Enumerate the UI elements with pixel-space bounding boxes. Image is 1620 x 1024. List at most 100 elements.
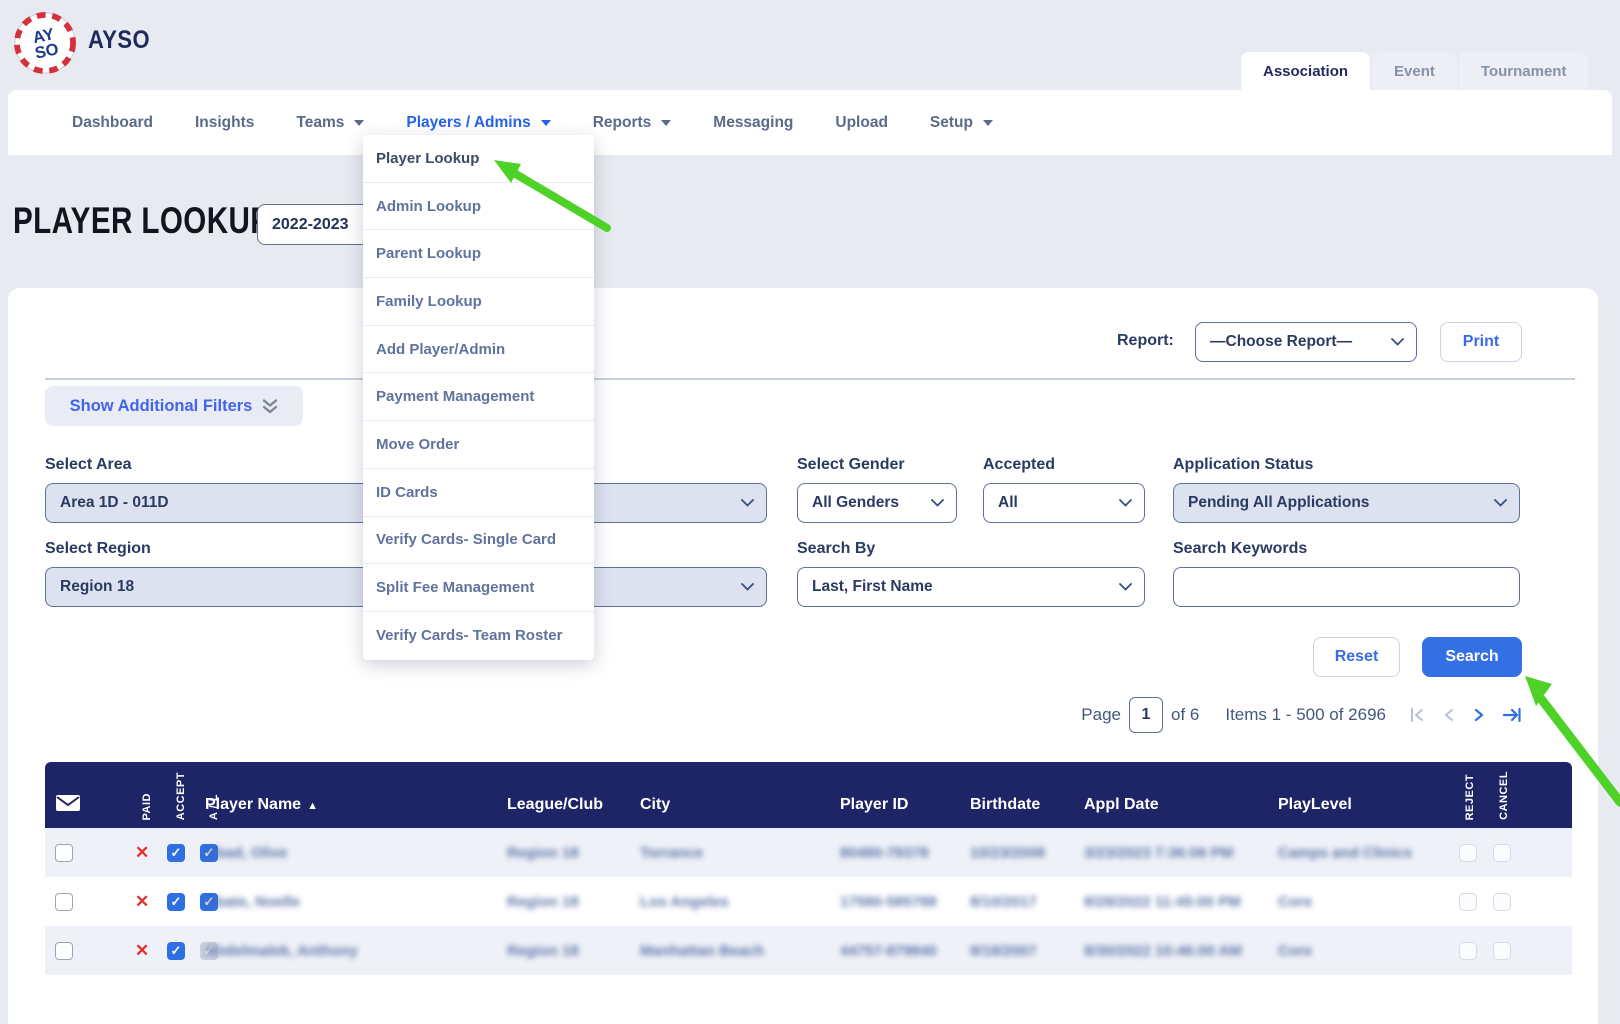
brand-name: AYSO (88, 26, 150, 55)
chevron-down-icon (741, 583, 754, 591)
cancel-checkbox[interactable] (1493, 942, 1511, 960)
search-by-label: Search By (797, 540, 875, 558)
chevron-down-icon (1391, 338, 1404, 346)
col-play-level[interactable]: PlayLevel (1278, 796, 1352, 814)
search-keywords-label: Search Keywords (1173, 540, 1307, 558)
report-select[interactable]: —Choose Report— (1195, 322, 1417, 362)
paid-x-icon: ✕ (135, 941, 149, 961)
appl-date: 8/30/2022 10:46:00 AM (1084, 942, 1242, 959)
play-level: Core (1278, 942, 1312, 959)
nav-players-admins[interactable]: Players / Admins (406, 114, 550, 132)
divider (45, 378, 1575, 380)
tab-event[interactable]: Event (1372, 52, 1457, 90)
previous-page-icon[interactable] (1442, 706, 1456, 724)
print-button[interactable]: Print (1440, 322, 1522, 362)
menu-parent-lookup[interactable]: Parent Lookup (363, 230, 594, 278)
menu-add-player-admin[interactable]: Add Player/Admin (363, 326, 594, 374)
reject-checkbox[interactable] (1459, 893, 1477, 911)
player-id: 17580-585788 (840, 893, 937, 910)
appl-date: 8/28/2022 11:45:00 PM (1084, 893, 1241, 910)
appl-date: 3/23/2023 7:36:06 PM (1084, 844, 1233, 861)
play-level: Camps and Clinics (1278, 844, 1412, 861)
nav-reports[interactable]: Reports (593, 114, 672, 132)
menu-move-order[interactable]: Move Order (363, 421, 594, 469)
nav-dashboard[interactable]: Dashboard (72, 114, 153, 132)
search-by-select[interactable]: Last, First Name (797, 567, 1145, 607)
menu-verify-cards-team-roster[interactable]: Verify Cards- Team Roster (363, 612, 594, 660)
accept-checkbox[interactable]: ✓ (167, 942, 185, 960)
last-page-icon[interactable] (1502, 706, 1522, 724)
search-keywords-input[interactable] (1173, 567, 1520, 607)
col-player-name[interactable]: Player Name▲ (205, 796, 318, 814)
chevron-down-icon (1494, 499, 1507, 507)
league-club: Region 18 (507, 942, 579, 959)
accept-checkbox[interactable]: ✓ (167, 844, 185, 862)
nav-messaging[interactable]: Messaging (713, 114, 793, 132)
reset-button[interactable]: Reset (1313, 637, 1400, 677)
row-select-checkbox[interactable] (55, 844, 73, 862)
nav-teams[interactable]: Teams (296, 114, 364, 132)
page-label: Page (1081, 705, 1121, 725)
page-number-input[interactable] (1129, 697, 1163, 733)
email-icon[interactable] (55, 794, 81, 812)
table-row: ✕ ✓ ✓ Abad, Olive Region 18 Torrance 804… (45, 828, 1572, 877)
next-page-icon[interactable] (1472, 706, 1486, 724)
table-row: ✕ ✓ ✓ Abdelmalek, Anthony Region 18 Manh… (45, 926, 1572, 975)
col-appl-date[interactable]: Appl Date (1084, 796, 1159, 814)
application-status-select[interactable]: Pending All Applications (1173, 483, 1520, 523)
workspace-tabs: Association Event Tournament (1241, 52, 1590, 90)
play-level: Core (1278, 893, 1312, 910)
player-name[interactable]: Abate, Noelle (205, 893, 300, 910)
paid-x-icon: ✕ (135, 892, 149, 912)
tab-association[interactable]: Association (1241, 52, 1370, 90)
chevron-down-icon (354, 120, 364, 126)
menu-player-lookup[interactable]: Player Lookup (363, 135, 594, 183)
table-row: ✕ ✓ ✓ Abate, Noelle Region 18 Los Angele… (45, 877, 1572, 926)
reject-checkbox[interactable] (1459, 942, 1477, 960)
menu-family-lookup[interactable]: Family Lookup (363, 278, 594, 326)
col-reject: REJECT (1464, 774, 1476, 820)
menu-verify-cards-single-card[interactable]: Verify Cards- Single Card (363, 517, 594, 565)
menu-split-fee-management[interactable]: Split Fee Management (363, 564, 594, 612)
nav-setup[interactable]: Setup (930, 114, 993, 132)
first-page-icon[interactable] (1408, 706, 1426, 724)
report-label: Report: (1117, 332, 1174, 350)
player-id: 44757-879840 (840, 942, 937, 959)
col-city[interactable]: City (640, 796, 670, 814)
page-count-label: of 6 (1171, 705, 1199, 725)
reject-checkbox[interactable] (1459, 844, 1477, 862)
tab-tournament[interactable]: Tournament (1459, 52, 1589, 90)
accept-checkbox[interactable]: ✓ (167, 893, 185, 911)
area-label: Select Area (45, 456, 132, 474)
nav-insights[interactable]: Insights (195, 114, 254, 132)
player-name[interactable]: Abad, Olive (205, 844, 288, 861)
gender-select[interactable]: All Genders (797, 483, 957, 523)
accepted-select[interactable]: All (983, 483, 1145, 523)
city: Torrance (640, 844, 703, 861)
show-additional-filters-button[interactable]: Show Additional Filters (45, 386, 303, 426)
menu-admin-lookup[interactable]: Admin Lookup (363, 183, 594, 231)
league-club: Region 18 (507, 893, 579, 910)
paid-x-icon: ✕ (135, 843, 149, 863)
player-name[interactable]: Abdelmalek, Anthony (205, 942, 358, 959)
gender-label: Select Gender (797, 456, 905, 474)
col-birthdate[interactable]: Birthdate (970, 796, 1040, 814)
region-label: Select Region (45, 540, 151, 558)
row-select-checkbox[interactable] (55, 893, 73, 911)
col-league-club[interactable]: League/Club (507, 796, 603, 814)
table-header: PAID ACCEPT A / L Player Name▲ League/Cl… (45, 762, 1572, 828)
players-admins-dropdown-menu: Player Lookup Admin Lookup Parent Lookup… (363, 135, 594, 660)
city: Los Angeles (640, 893, 729, 910)
search-button[interactable]: Search (1422, 637, 1522, 677)
col-accept[interactable]: ACCEPT (175, 772, 187, 820)
chevron-down-icon (741, 499, 754, 507)
nav-upload[interactable]: Upload (835, 114, 888, 132)
menu-id-cards[interactable]: ID Cards (363, 469, 594, 517)
col-player-id[interactable]: Player ID (840, 796, 908, 814)
cancel-checkbox[interactable] (1493, 844, 1511, 862)
chevron-down-icon (541, 120, 551, 126)
row-select-checkbox[interactable] (55, 942, 73, 960)
menu-payment-management[interactable]: Payment Management (363, 373, 594, 421)
col-paid[interactable]: PAID (141, 793, 153, 820)
cancel-checkbox[interactable] (1493, 893, 1511, 911)
